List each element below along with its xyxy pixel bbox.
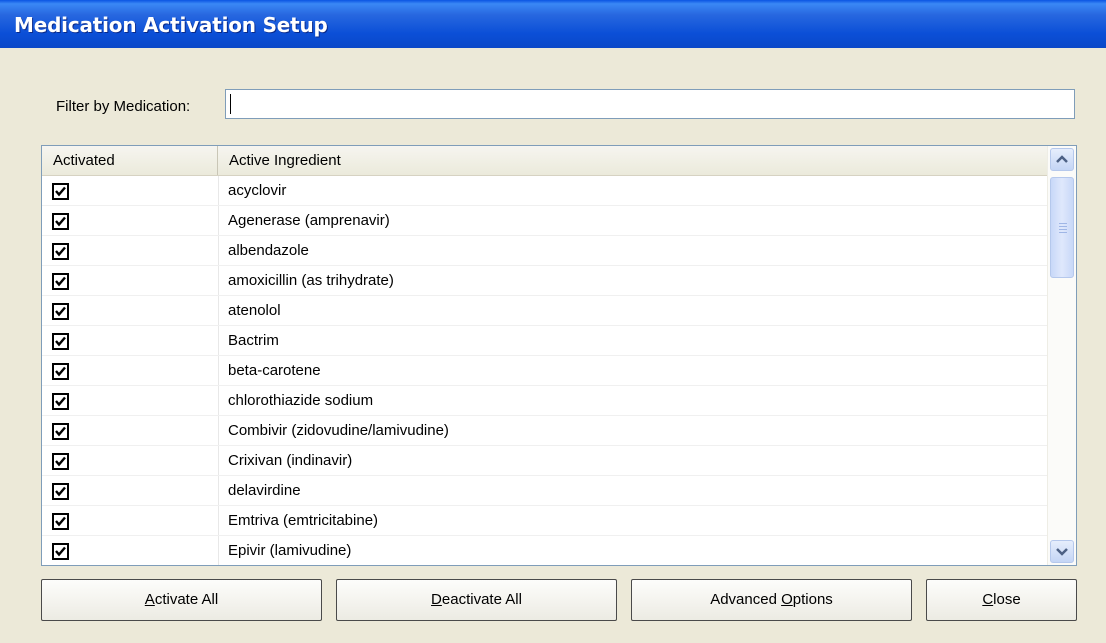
scroll-thumb[interactable] <box>1050 177 1074 278</box>
checkmark-icon <box>55 246 66 257</box>
button-label: Advanced <box>710 591 782 608</box>
checkmark-icon <box>55 186 66 197</box>
activated-cell <box>42 236 219 265</box>
activated-cell <box>42 266 219 295</box>
activated-cell <box>42 296 219 325</box>
table-row[interactable]: Bactrim <box>42 326 1048 356</box>
filter-input[interactable] <box>225 89 1075 119</box>
checkmark-icon <box>55 306 66 317</box>
column-header-activated[interactable]: Activated <box>42 146 218 175</box>
active-ingredient-cell: albendazole <box>228 242 309 259</box>
text-caret <box>230 94 231 114</box>
active-ingredient-cell: Bactrim <box>228 332 279 349</box>
table-row[interactable]: beta-carotene <box>42 356 1048 386</box>
table-row[interactable]: Crixivan (indinavir) <box>42 446 1048 476</box>
activated-cell <box>42 386 219 415</box>
table-row[interactable]: albendazole <box>42 236 1048 266</box>
table-row[interactable]: chlorothiazide sodium <box>42 386 1048 416</box>
activated-cell <box>42 176 219 205</box>
activated-checkbox[interactable] <box>52 453 69 470</box>
column-header-active-ingredient[interactable]: Active Ingredient <box>218 146 1048 175</box>
checkmark-icon <box>55 276 66 287</box>
active-ingredient-cell: acyclovir <box>228 182 287 199</box>
button-label: lose <box>993 591 1021 608</box>
activated-cell <box>42 416 219 445</box>
activate-all-button[interactable]: Activate All <box>41 579 322 621</box>
table-row[interactable]: Combivir (zidovudine/lamivudine) <box>42 416 1048 446</box>
active-ingredient-cell: Agenerase (amprenavir) <box>228 212 390 229</box>
dialog-window: Medication Activation Setup Filter by Me… <box>0 0 1106 643</box>
activated-cell <box>42 476 219 505</box>
active-ingredient-cell: chlorothiazide sodium <box>228 392 374 409</box>
vertical-scrollbar[interactable] <box>1047 146 1076 565</box>
active-ingredient-cell: Combivir (zidovudine/lamivudine) <box>228 422 449 439</box>
activated-checkbox[interactable] <box>52 333 69 350</box>
active-ingredient-cell: beta-carotene <box>228 362 321 379</box>
grid-rows: acyclovir Agenerase (amprenavir) albendazo… <box>42 176 1048 565</box>
checkmark-icon <box>55 486 66 497</box>
activated-cell <box>42 446 219 475</box>
title-bar[interactable]: Medication Activation Setup <box>0 0 1106 48</box>
activated-checkbox[interactable] <box>52 543 69 560</box>
activated-checkbox[interactable] <box>52 423 69 440</box>
checkmark-icon <box>55 216 66 227</box>
thumb-grip <box>1059 229 1067 230</box>
activated-checkbox[interactable] <box>52 273 69 290</box>
filter-label: Filter by Medication: <box>56 98 191 115</box>
table-row[interactable]: delavirdine <box>42 476 1048 506</box>
thumb-grip <box>1059 232 1067 233</box>
activated-cell <box>42 356 219 385</box>
activated-checkbox[interactable] <box>52 393 69 410</box>
active-ingredient-cell: Crixivan (indinavir) <box>228 452 353 469</box>
scroll-down-button[interactable] <box>1050 540 1074 563</box>
active-ingredient-cell: amoxicillin (as trihydrate) <box>228 272 394 289</box>
checkmark-icon <box>55 546 66 557</box>
checkmark-icon <box>55 426 66 437</box>
activated-cell <box>42 206 219 235</box>
checkmark-icon <box>55 456 66 467</box>
mnemonic-c: C <box>982 591 994 608</box>
table-row[interactable]: Epivir (lamivudine) <box>42 536 1048 565</box>
checkmark-icon <box>55 396 66 407</box>
mnemonic-a: A <box>144 591 155 608</box>
table-row[interactable]: Emtriva (emtricitabine) <box>42 506 1048 536</box>
activated-checkbox[interactable] <box>52 483 69 500</box>
active-ingredient-cell: Epivir (lamivudine) <box>228 542 352 559</box>
close-button[interactable]: Close <box>926 579 1077 621</box>
table-row[interactable]: Agenerase (amprenavir) <box>42 206 1048 236</box>
table-row[interactable]: amoxicillin (as trihydrate) <box>42 266 1048 296</box>
checkmark-icon <box>55 366 66 377</box>
activated-checkbox[interactable] <box>52 183 69 200</box>
activated-cell <box>42 326 219 355</box>
grid-header: Activated Active Ingredient <box>42 146 1048 176</box>
button-label: ptions <box>792 591 833 608</box>
mnemonic-d: D <box>431 591 442 608</box>
active-ingredient-cell: delavirdine <box>228 482 301 499</box>
button-label: eactivate All <box>441 591 522 608</box>
chevron-up-icon <box>1056 155 1068 163</box>
activated-cell <box>42 506 219 535</box>
advanced-options-button[interactable]: Advanced Options <box>631 579 912 621</box>
button-label: ctivate All <box>154 591 219 608</box>
activated-cell <box>42 536 219 565</box>
activated-checkbox[interactable] <box>52 303 69 320</box>
chevron-down-icon <box>1056 548 1068 556</box>
medication-grid: Activated Active Ingredient acyclovir Age… <box>41 145 1077 566</box>
table-row[interactable]: atenolol <box>42 296 1048 326</box>
window-title: Medication Activation Setup <box>14 13 328 37</box>
table-row[interactable]: acyclovir <box>42 176 1048 206</box>
active-ingredient-cell: Emtriva (emtricitabine) <box>228 512 379 529</box>
checkmark-icon <box>55 336 66 347</box>
mnemonic-o: O <box>781 591 793 608</box>
active-ingredient-cell: atenolol <box>228 302 281 319</box>
activated-checkbox[interactable] <box>52 243 69 260</box>
activated-checkbox[interactable] <box>52 513 69 530</box>
checkmark-icon <box>55 516 66 527</box>
scroll-up-button[interactable] <box>1050 148 1074 171</box>
activated-checkbox[interactable] <box>52 213 69 230</box>
activated-checkbox[interactable] <box>52 363 69 380</box>
deactivate-all-button[interactable]: Deactivate All <box>336 579 617 621</box>
thumb-grip <box>1059 223 1067 224</box>
thumb-grip <box>1059 226 1067 227</box>
